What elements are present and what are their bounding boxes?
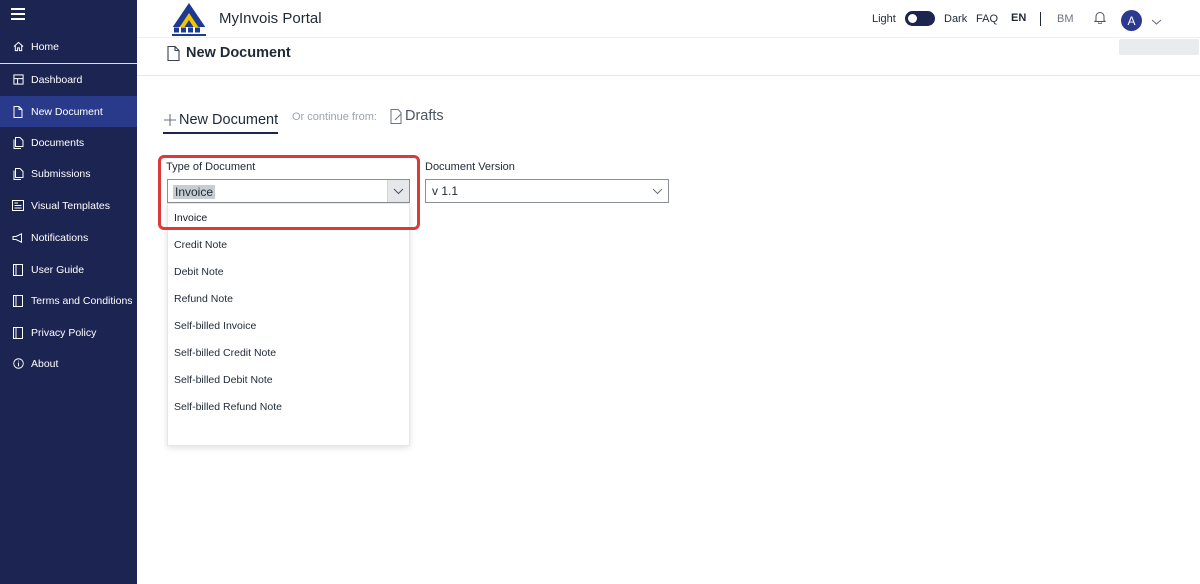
theme-toggle[interactable]	[905, 11, 935, 26]
dropdown-option-self-billed-credit-note[interactable]: Self-billed Credit Note	[168, 339, 409, 366]
sidebar: Home Dashboard New Document Documents Su…	[0, 0, 137, 584]
templates-icon	[12, 200, 24, 212]
sidebar-item-notifications[interactable]: Notifications	[0, 222, 137, 253]
sidebar-item-label: Dashboard	[31, 73, 83, 86]
sidebar-item-label: New Document	[31, 105, 103, 118]
dropdown-option-self-billed-invoice[interactable]: Self-billed Invoice	[168, 312, 409, 339]
sidebar-item-new-document[interactable]: New Document	[0, 96, 137, 127]
chevron-down-icon[interactable]	[646, 180, 668, 202]
sidebar-item-label: Documents	[31, 136, 85, 149]
tab-drafts[interactable]: Drafts	[390, 108, 444, 124]
sidebar-item-dashboard[interactable]: Dashboard	[0, 64, 137, 95]
dropdown-option-refund-note[interactable]: Refund Note	[168, 285, 409, 312]
dashboard-icon	[12, 74, 24, 86]
user-avatar[interactable]: A	[1121, 10, 1142, 31]
type-of-document-label: Type of Document	[166, 161, 256, 173]
sidebar-item-submissions[interactable]: Submissions	[0, 158, 137, 189]
documents-icon	[12, 136, 24, 149]
sidebar-item-terms[interactable]: Terms and Conditions	[0, 285, 137, 316]
dropdown-option-self-billed-debit-note[interactable]: Self-billed Debit Note	[168, 366, 409, 393]
document-version-select[interactable]: v 1.1	[425, 179, 669, 203]
plus-icon	[163, 113, 177, 127]
or-continue-label: Or continue from:	[292, 111, 377, 123]
sidebar-item-label: Terms and Conditions	[31, 294, 133, 307]
tab-drafts-label: Drafts	[405, 108, 444, 124]
tab-new-document[interactable]: New Document	[163, 108, 279, 134]
lhdn-logo[interactable]	[166, 1, 212, 37]
sidebar-item-label: Notifications	[31, 231, 89, 244]
sidebar-item-home[interactable]: Home	[0, 31, 137, 62]
redacted-badge	[1119, 39, 1199, 55]
faq-link[interactable]: FAQ	[976, 13, 998, 25]
sidebar-item-documents[interactable]: Documents	[0, 127, 137, 158]
info-icon	[12, 358, 24, 370]
document-version-value: v 1.1	[432, 184, 459, 198]
chevron-down-icon[interactable]	[1151, 13, 1163, 25]
document-icon	[167, 45, 180, 62]
home-icon	[12, 41, 24, 53]
sidebar-item-visual-templates[interactable]: Visual Templates	[0, 190, 137, 221]
book-icon	[12, 263, 24, 276]
dropdown-option-credit-note[interactable]: Credit Note	[168, 231, 409, 258]
sidebar-item-about[interactable]: About	[0, 348, 137, 379]
theme-light-label: Light	[872, 13, 896, 25]
language-bm-link[interactable]: BM	[1057, 13, 1074, 25]
sidebar-item-user-guide[interactable]: User Guide	[0, 254, 137, 285]
sidebar-item-label: Home	[31, 40, 60, 53]
sidebar-item-label: About	[31, 357, 59, 370]
sidebar-item-label: Visual Templates	[31, 199, 110, 212]
language-divider	[1040, 12, 1041, 26]
bell-icon[interactable]	[1093, 11, 1108, 25]
theme-dark-label: Dark	[944, 13, 968, 25]
submissions-icon	[12, 167, 24, 180]
type-of-document-dropdown: Invoice Credit Note Debit Note Refund No…	[167, 203, 410, 446]
language-en-link[interactable]: EN	[1011, 12, 1026, 24]
app-title: MyInvois Portal	[219, 10, 322, 27]
type-of-document-select[interactable]: Invoice	[167, 179, 410, 203]
sidebar-item-label: Submissions	[31, 167, 91, 180]
chevron-down-icon[interactable]	[387, 180, 409, 202]
dropdown-option-invoice[interactable]: Invoice	[168, 204, 409, 231]
dropdown-option-debit-note[interactable]: Debit Note	[168, 258, 409, 285]
hamburger-menu-icon[interactable]	[11, 8, 25, 20]
sidebar-item-label: Privacy Policy	[31, 326, 97, 339]
dropdown-option-self-billed-refund-note[interactable]: Self-billed Refund Note	[168, 393, 409, 420]
book-icon	[12, 294, 24, 307]
type-of-document-value: Invoice	[173, 185, 216, 199]
top-header: MyInvois Portal Light Dark FAQ EN BM A	[137, 0, 1200, 38]
notifications-icon	[12, 232, 24, 244]
sidebar-item-privacy-policy[interactable]: Privacy Policy	[0, 317, 137, 348]
tab-new-document-label: New Document	[179, 112, 279, 128]
page-title: New Document	[186, 45, 291, 61]
book-icon	[12, 326, 24, 339]
draft-icon	[390, 108, 403, 124]
document-version-label: Document Version	[425, 161, 515, 173]
sidebar-item-label: User Guide	[31, 263, 85, 276]
document-icon	[12, 105, 24, 118]
page-title-bar: New Document	[137, 38, 1200, 76]
